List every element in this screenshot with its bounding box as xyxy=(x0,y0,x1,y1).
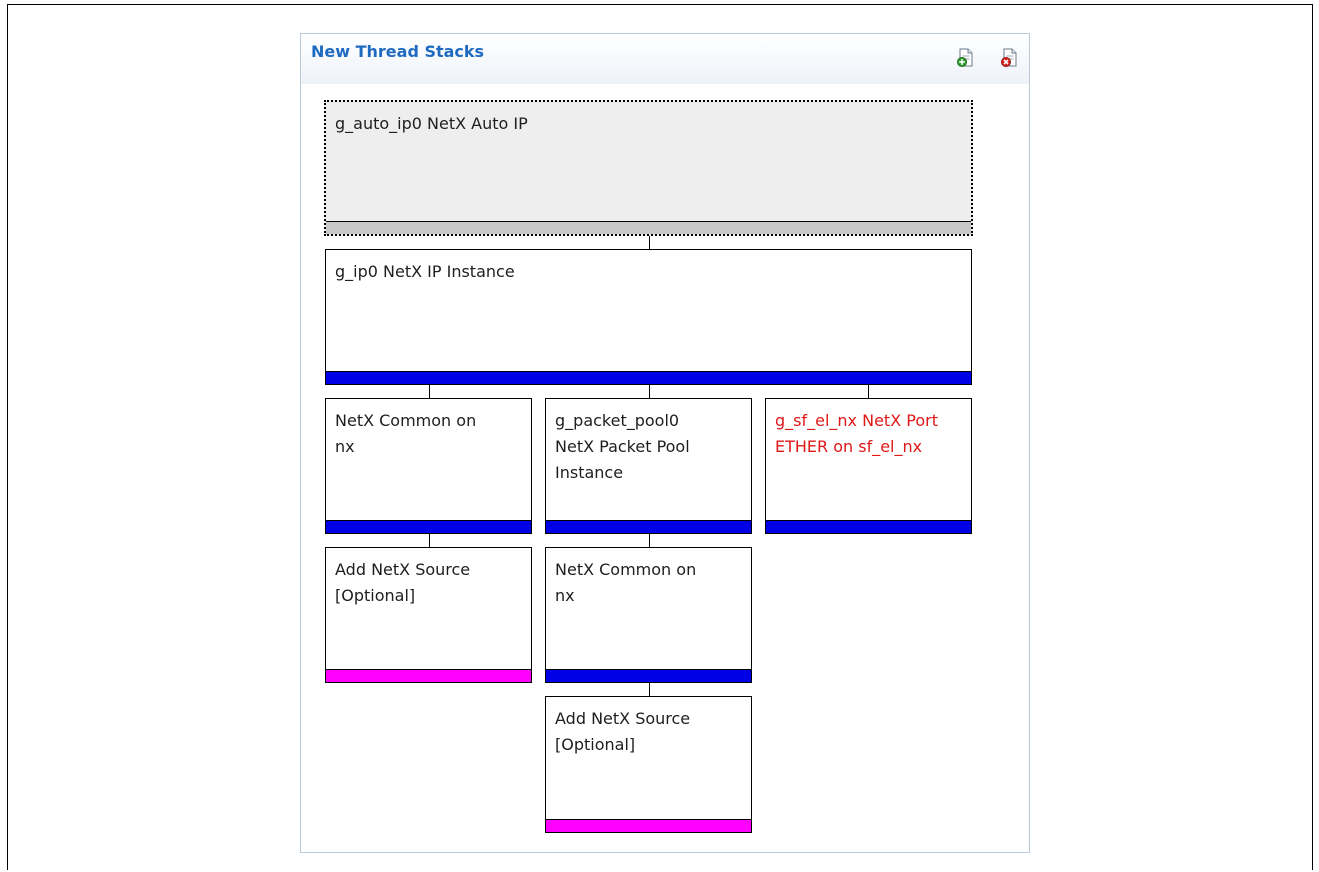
stack-label: NetX Common on nx xyxy=(335,411,477,456)
add-stack-icon[interactable] xyxy=(957,48,975,68)
stack-auto-ip[interactable]: g_auto_ip0 NetX Auto IP xyxy=(324,100,973,236)
stack-ip-instance[interactable]: g_ip0 NetX IP Instance xyxy=(325,249,972,385)
connector-line xyxy=(649,533,650,548)
stack-label: g_packet_pool0 NetX Packet Pool Instance xyxy=(555,411,690,482)
connector-line xyxy=(649,384,650,399)
stack-label: NetX Common on nx xyxy=(555,560,697,605)
connector-line xyxy=(649,235,650,250)
panel-title: New Thread Stacks xyxy=(311,42,485,61)
stack-status-bar xyxy=(326,520,531,533)
stack-label: g_auto_ip0 NetX Auto IP xyxy=(335,114,528,133)
stack-status-bar xyxy=(546,669,751,682)
stack-status-bar xyxy=(766,520,971,533)
stack-label: g_ip0 NetX IP Instance xyxy=(335,262,515,281)
remove-stack-icon[interactable] xyxy=(1001,48,1019,68)
connector-line xyxy=(429,384,430,399)
stack-add-netx-source[interactable]: Add NetX Source [Optional] xyxy=(325,547,532,683)
stack-status-bar xyxy=(326,371,971,384)
stack-label: g_sf_el_nx NetX Port ETHER on sf_el_nx xyxy=(775,411,938,456)
panel-header: New Thread Stacks xyxy=(301,34,1029,84)
stack-status-bar xyxy=(326,221,971,234)
stack-netx-common[interactable]: NetX Common on nx xyxy=(325,398,532,534)
stack-label: Add NetX Source [Optional] xyxy=(555,709,691,754)
stack-status-bar xyxy=(546,819,751,832)
stack-packet-pool[interactable]: g_packet_pool0 NetX Packet Pool Instance xyxy=(545,398,752,534)
stack-label: Add NetX Source [Optional] xyxy=(335,560,471,605)
stack-status-bar xyxy=(546,520,751,533)
connector-line xyxy=(649,682,650,697)
stack-netx-port-ether[interactable]: g_sf_el_nx NetX Port ETHER on sf_el_nx xyxy=(765,398,972,534)
connector-line xyxy=(868,384,869,399)
stack-add-netx-source[interactable]: Add NetX Source [Optional] xyxy=(545,696,752,833)
stack-status-bar xyxy=(326,669,531,682)
connector-line xyxy=(429,533,430,548)
stack-netx-common[interactable]: NetX Common on nx xyxy=(545,547,752,683)
